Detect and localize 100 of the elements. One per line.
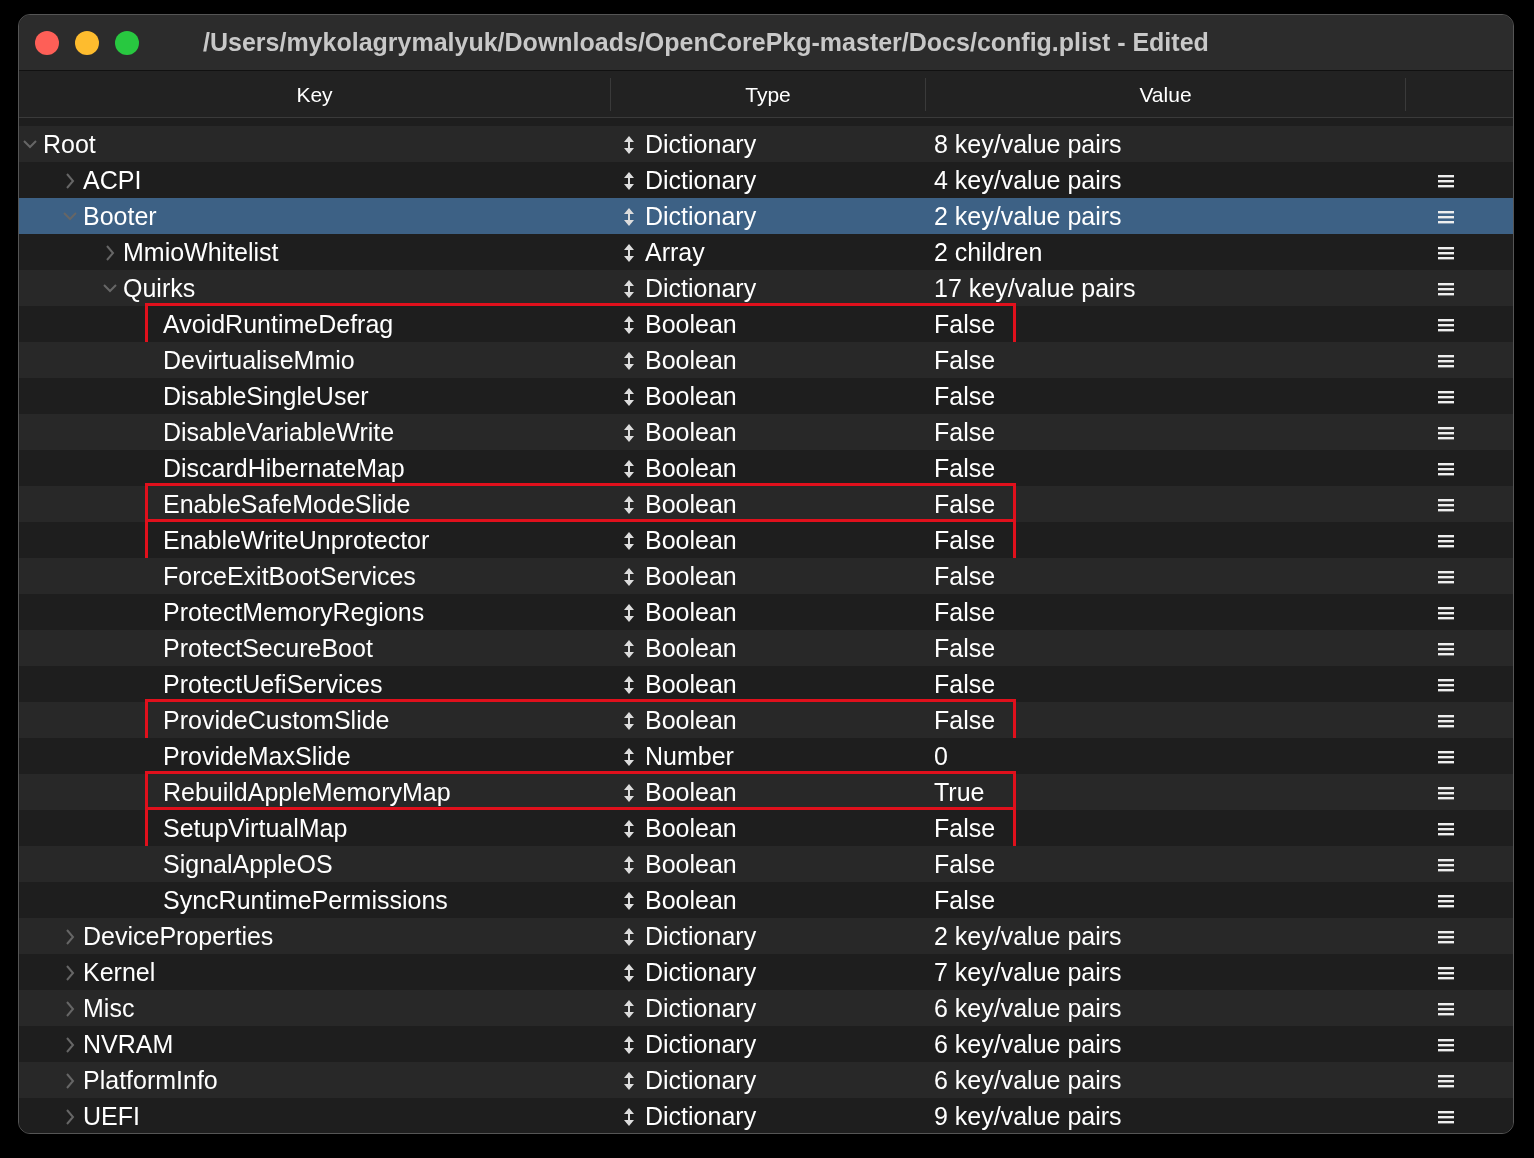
menu-icon[interactable] [1438, 604, 1454, 621]
menu-icon[interactable] [1438, 388, 1454, 405]
stepper-icon[interactable] [623, 602, 635, 623]
stepper-icon[interactable] [623, 1106, 635, 1127]
menu-icon[interactable] [1438, 964, 1454, 981]
chevron-right-icon[interactable] [63, 927, 77, 946]
stepper-icon[interactable] [623, 1070, 635, 1091]
menu-icon[interactable] [1438, 1108, 1454, 1125]
chevron-right-icon[interactable] [63, 1071, 77, 1090]
stepper-icon[interactable] [623, 422, 635, 443]
tree-row[interactable]: SignalAppleOS Boolean False [19, 846, 1513, 882]
chevron-right-icon[interactable] [63, 963, 77, 982]
menu-icon[interactable] [1438, 892, 1454, 909]
value-text: False [934, 382, 996, 410]
stepper-icon[interactable] [623, 566, 635, 587]
stepper-icon[interactable] [623, 530, 635, 551]
key-text: UEFI [83, 1101, 140, 1132]
value-text: False [934, 598, 996, 626]
tree-row[interactable]: EnableSafeModeSlide Boolean False [19, 486, 1513, 522]
stepper-icon[interactable] [623, 782, 635, 803]
stepper-icon[interactable] [623, 926, 635, 947]
tree-row[interactable]: RebuildAppleMemoryMap Boolean True [19, 774, 1513, 810]
close-button[interactable] [35, 30, 59, 55]
chevron-right-icon[interactable] [63, 171, 77, 190]
key-text: SetupVirtualMap [163, 813, 348, 844]
menu-icon[interactable] [1438, 784, 1454, 801]
value-text: 6 key/value pairs [934, 1030, 1122, 1058]
menu-icon[interactable] [1438, 460, 1454, 477]
menu-icon[interactable] [1438, 1072, 1454, 1089]
stepper-icon[interactable] [623, 134, 635, 155]
menu-icon[interactable] [1438, 352, 1454, 369]
menu-icon[interactable] [1438, 316, 1454, 333]
menu-icon[interactable] [1438, 856, 1454, 873]
menu-icon[interactable] [1438, 244, 1454, 261]
minimize-button[interactable] [75, 30, 99, 55]
tree-row[interactable]: PlatformInfo Dictionary 6 key/value pairs [19, 1062, 1513, 1098]
value-text: 2 key/value pairs [934, 922, 1122, 950]
menu-icon[interactable] [1438, 676, 1454, 693]
menu-icon[interactable] [1438, 712, 1454, 729]
stepper-icon[interactable] [623, 890, 635, 911]
tree-row[interactable]: ProtectSecureBoot Boolean False [19, 630, 1513, 666]
value-text: 6 key/value pairs [934, 1066, 1122, 1094]
menu-icon[interactable] [1438, 172, 1454, 189]
stepper-icon[interactable] [623, 854, 635, 875]
menu-icon[interactable] [1438, 424, 1454, 441]
menu-icon[interactable] [1438, 1000, 1454, 1017]
stepper-icon[interactable] [623, 494, 635, 515]
menu-icon[interactable] [1438, 748, 1454, 765]
tree-row[interactable]: Quirks Dictionary 17 key/value pairs [19, 270, 1513, 306]
menu-icon[interactable] [1438, 280, 1454, 297]
key-text: ProtectSecureBoot [163, 633, 373, 664]
stepper-icon[interactable] [623, 962, 635, 983]
column-header[interactable]: Value [926, 77, 1406, 111]
chevron-right-icon[interactable] [63, 1035, 77, 1054]
chevron-right-icon[interactable] [103, 243, 117, 262]
type-text: Boolean [645, 705, 737, 736]
stepper-icon[interactable] [623, 170, 635, 191]
stepper-icon[interactable] [623, 710, 635, 731]
stepper-icon[interactable] [623, 242, 635, 263]
key-text: Root [43, 129, 96, 160]
value-text: False [934, 886, 996, 914]
stepper-icon[interactable] [623, 458, 635, 479]
menu-icon[interactable] [1438, 820, 1454, 837]
stepper-icon[interactable] [623, 746, 635, 767]
stepper-icon[interactable] [623, 314, 635, 335]
stepper-icon[interactable] [623, 674, 635, 695]
key-text: ProtectUefiServices [163, 669, 383, 700]
type-text: Boolean [645, 417, 737, 448]
tree-row[interactable]: Root Dictionary 8 key/value pairs [19, 126, 1513, 162]
stepper-icon[interactable] [623, 638, 635, 659]
value-text: False [934, 346, 996, 374]
tree-row[interactable]: DeviceProperties Dictionary 2 key/value pairs [19, 918, 1513, 954]
stepper-icon[interactable] [623, 998, 635, 1019]
key-text: AvoidRuntimeDefrag [163, 309, 394, 340]
menu-icon[interactable] [1438, 532, 1454, 549]
type-text: Array [645, 237, 705, 268]
tree-row[interactable]: ProvideCustomSlide Boolean False [19, 702, 1513, 738]
menu-icon[interactable] [1438, 1036, 1454, 1053]
column-header[interactable]: Type [611, 77, 926, 111]
stepper-icon[interactable] [623, 350, 635, 371]
tree-row[interactable]: ForceExitBootServices Boolean False [19, 558, 1513, 594]
zoom-button[interactable] [115, 30, 139, 55]
menu-icon[interactable] [1438, 928, 1454, 945]
menu-icon[interactable] [1438, 640, 1454, 657]
stepper-icon[interactable] [623, 278, 635, 299]
chevron-right-icon[interactable] [63, 1107, 77, 1126]
stepper-icon[interactable] [623, 818, 635, 839]
stepper-icon[interactable] [623, 386, 635, 407]
type-text: Boolean [645, 381, 737, 412]
menu-icon[interactable] [1438, 568, 1454, 585]
key-text: Booter [83, 201, 157, 232]
key-text: RebuildAppleMemoryMap [163, 777, 451, 808]
window-title: /Users/mykolagrymalyuk/Downloads/OpenCorePkg-master/Docs/config.plist - Edited [203, 26, 1209, 58]
tree-row[interactable]: Misc Dictionary 6 key/value pairs [19, 990, 1513, 1026]
chevron-right-icon[interactable] [63, 999, 77, 1018]
menu-icon[interactable] [1438, 496, 1454, 513]
column-header[interactable]: Key [19, 77, 611, 111]
stepper-icon[interactable] [623, 1034, 635, 1055]
tree-row[interactable]: DisableVariableWrite Boolean False [19, 414, 1513, 450]
tree-row[interactable]: DevirtualiseMmio Boolean False [19, 342, 1513, 378]
